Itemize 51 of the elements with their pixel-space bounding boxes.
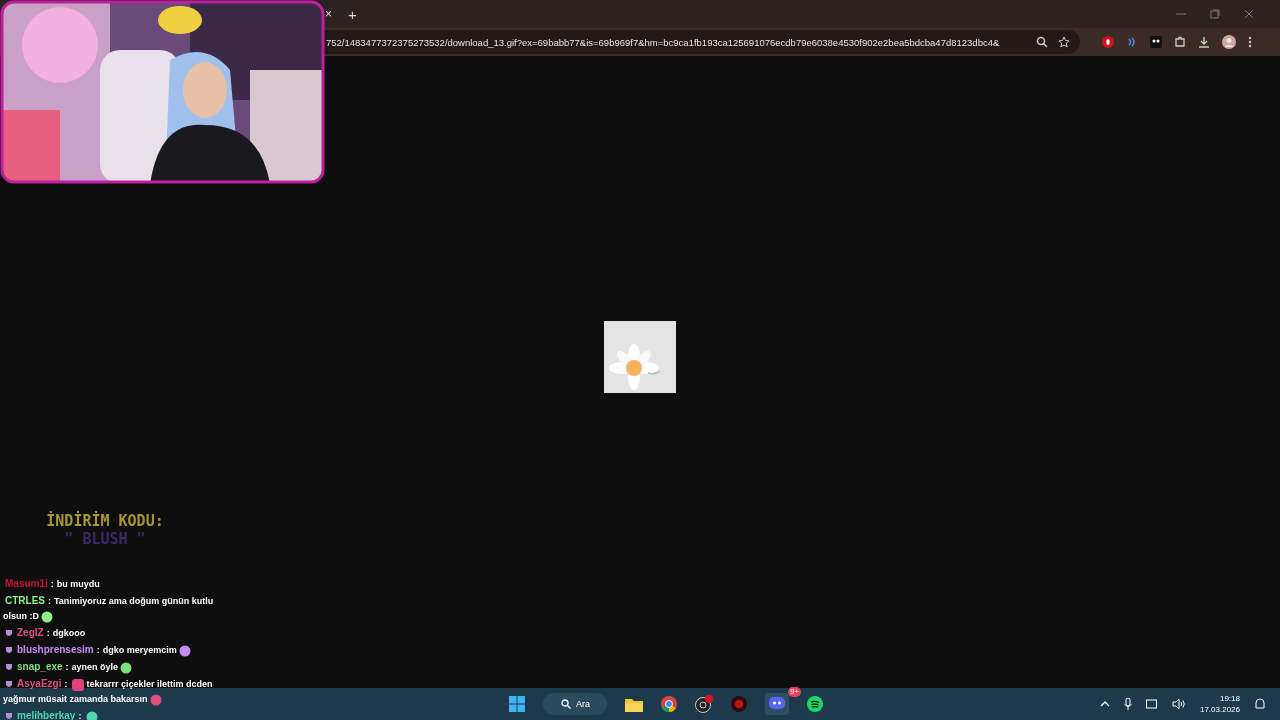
download-icon[interactable]: [1198, 36, 1210, 48]
microphone-icon[interactable]: [1123, 698, 1132, 710]
notification-badge: 9+: [787, 687, 801, 697]
folder-icon[interactable]: [625, 696, 643, 712]
close-icon[interactable]: [1244, 9, 1254, 19]
chat-separator: :: [78, 711, 82, 720]
notification-icon[interactable]: [1254, 698, 1266, 710]
promo-code: " BLUSH ": [64, 530, 146, 548]
chat-text: Tanimiyoruz ama doğum günün kutlu: [54, 596, 214, 606]
zoom-icon[interactable]: [1036, 36, 1048, 48]
extension-icon[interactable]: [1102, 36, 1114, 48]
windows-start-icon[interactable]: [509, 696, 525, 712]
chat-text: aynen öyle: [71, 662, 119, 672]
chat-username[interactable]: AsyaEzgi: [17, 678, 62, 689]
chat-separator: :: [65, 662, 69, 672]
clock-date[interactable]: 17.03.2026: [1199, 704, 1240, 715]
star-icon[interactable]: [1058, 36, 1070, 48]
chat-separator: :: [48, 596, 51, 606]
clock-time[interactable]: 19:18: [1219, 693, 1240, 704]
network-icon[interactable]: [1145, 698, 1158, 710]
chat-text: dgkooo: [52, 628, 86, 638]
spotify-icon[interactable]: [807, 696, 823, 712]
chat-text: bu muydu: [56, 579, 100, 589]
extension-icon[interactable]: [1150, 36, 1162, 48]
chat-separator: :: [96, 645, 100, 655]
chat-separator: :: [46, 628, 50, 638]
taskbar-search[interactable]: Ara: [543, 693, 607, 715]
chat-username[interactable]: CTRLES: [5, 595, 45, 606]
discord-icon[interactable]: [769, 697, 785, 711]
puzzle-icon[interactable]: [1174, 36, 1186, 48]
promo-title: İNDİRİM KODU:: [46, 512, 164, 530]
search-icon: [561, 699, 571, 709]
chat-text: dgko meryemcim: [102, 645, 177, 655]
chat-text: tekrarrr çiçekler ilettim dcden: [86, 679, 213, 689]
app-icon[interactable]: [731, 696, 747, 712]
chat-text: olsun :D: [3, 611, 39, 621]
new-tab-button[interactable]: +: [348, 5, 357, 23]
menu-icon[interactable]: [1248, 36, 1252, 48]
chat-username[interactable]: ZegIZ: [17, 627, 44, 638]
obs-icon[interactable]: [695, 695, 713, 713]
close-tab-button[interactable]: ×: [325, 7, 332, 21]
chat-username[interactable]: blushprensesim: [17, 644, 94, 655]
chrome-icon[interactable]: [661, 696, 677, 712]
restore-icon[interactable]: [1210, 9, 1220, 19]
chat-separator: :: [50, 579, 54, 589]
chevron-up-icon[interactable]: [1099, 701, 1110, 707]
speaker-icon[interactable]: [1171, 698, 1186, 710]
avatar-icon[interactable]: [1222, 35, 1236, 49]
chat-username[interactable]: snap_exe: [17, 661, 63, 672]
chat-text: yağmur müsait zamanda bakarsın: [3, 694, 148, 704]
chat-separator: :: [64, 679, 68, 689]
